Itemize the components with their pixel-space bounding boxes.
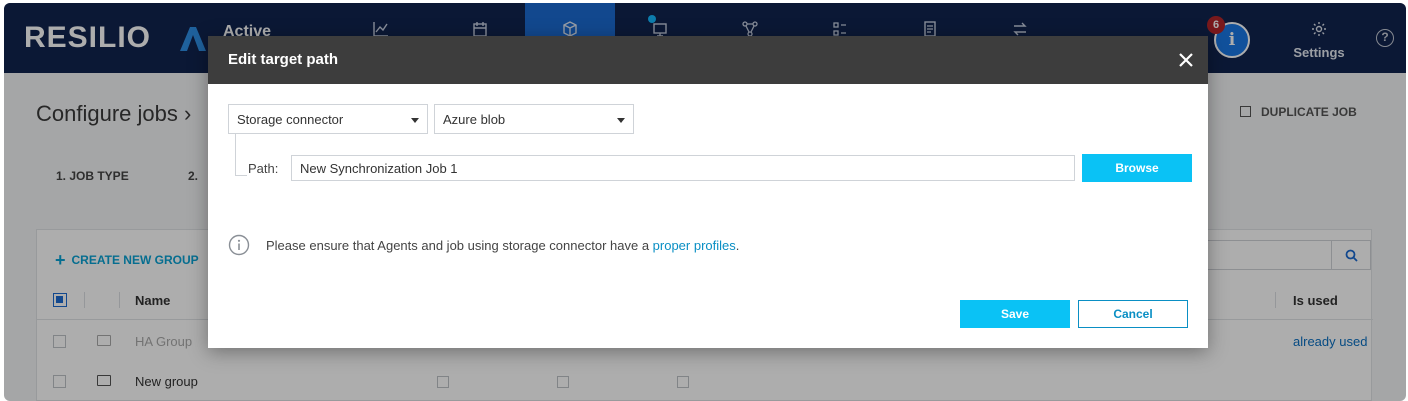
storage-type-value: Azure blob — [443, 112, 506, 127]
profile-info-message: Please ensure that Agents and job using … — [266, 238, 739, 253]
app-shell: RESILIO Active i 6 Settings ? Configure … — [4, 3, 1406, 401]
target-type-value: Storage connector — [237, 112, 344, 127]
dialog-header: Edit target path — [208, 36, 1208, 84]
dialog-title: Edit target path — [228, 51, 339, 68]
save-button[interactable]: Save — [960, 300, 1070, 328]
chevron-down-icon — [617, 118, 625, 123]
edit-target-path-dialog: Edit target path Storage connector Azure… — [208, 36, 1208, 348]
cancel-button[interactable]: Cancel — [1078, 300, 1188, 328]
target-type-select[interactable]: Storage connector — [228, 104, 428, 134]
close-icon — [1179, 53, 1193, 67]
chevron-down-icon — [411, 118, 419, 123]
path-input[interactable] — [291, 155, 1075, 181]
info-circle-icon — [228, 234, 250, 256]
path-label: Path: — [248, 161, 279, 176]
app-window: RESILIO Active i 6 Settings ? Configure … — [0, 0, 1408, 401]
info-message-text: Please ensure that Agents and job using … — [266, 238, 653, 253]
info-message-end: . — [735, 238, 740, 253]
proper-profiles-link[interactable]: proper profiles — [653, 238, 736, 253]
storage-type-select[interactable]: Azure blob — [434, 104, 634, 134]
browse-button[interactable]: Browse — [1082, 154, 1192, 182]
tree-connector-line — [235, 134, 247, 176]
close-button[interactable] — [1174, 48, 1198, 72]
